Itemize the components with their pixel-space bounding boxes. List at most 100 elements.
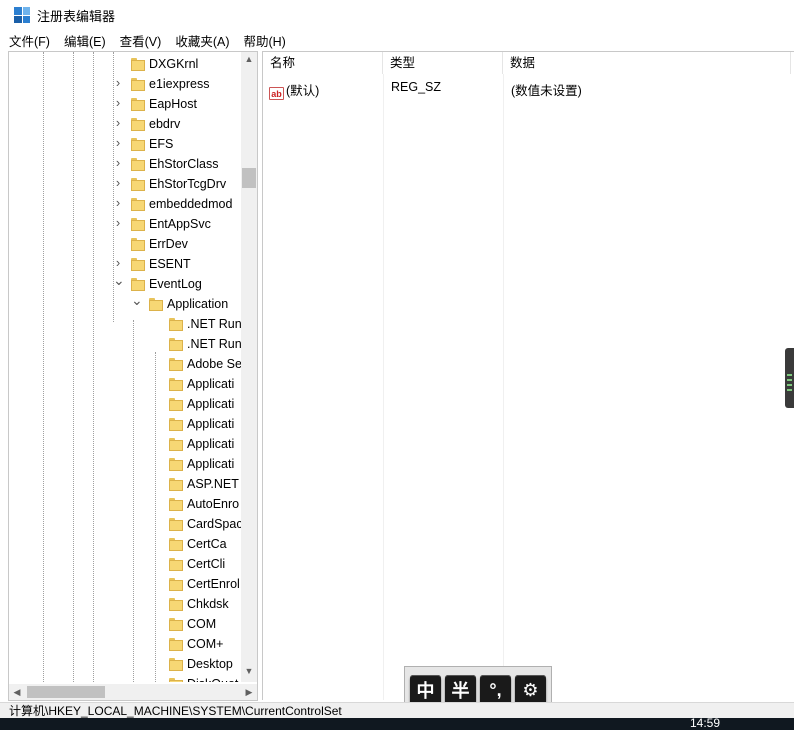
registry-tree[interactable]: DXGKrnl › e1iexpress › EapHost › ebdrv › EFS › EhS… [9,52,245,682]
taskbar [0,718,794,730]
folder-icon [169,338,183,351]
folder-icon [169,318,183,331]
folder-icon [131,58,145,71]
scroll-right-arrow-icon[interactable]: ▶ [241,687,257,698]
ime-chinese-mode-button[interactable]: 中 [410,674,441,706]
tree-node[interactable]: CertEnrol [9,574,245,594]
tree-node-label: Applicati [187,397,235,411]
tree-node[interactable]: .NET Run [9,334,245,354]
tree-node[interactable]: ⌄ Application [9,293,245,314]
tree-node[interactable]: DXGKrnl [9,54,245,74]
chevron-right-icon[interactable]: › [113,96,123,109]
chevron-down-icon[interactable]: ⌄ [113,273,125,287]
tree-node[interactable]: › embeddedmod [9,194,245,214]
scroll-left-arrow-icon[interactable]: ◀ [9,687,25,698]
chevron-right-icon[interactable]: › [113,216,123,229]
menu-favorites[interactable]: 收藏夹(A) [166,31,234,50]
title-bar[interactable]: 注册表编辑器 [0,0,794,30]
tree-node[interactable]: CertCli [9,554,245,574]
folder-icon [169,678,183,682]
menu-edit[interactable]: 编辑(E) [55,31,111,50]
tree-node-label: CertCa [187,537,227,551]
folder-icon [131,118,145,131]
tree-node[interactable]: › EapHost [9,94,245,114]
tree-node-label: e1iexpress [149,77,210,91]
chevron-right-icon[interactable]: › [113,176,123,189]
chevron-right-icon[interactable]: › [113,136,123,149]
tree-node[interactable]: › EntAppSvc [9,214,245,234]
taskbar-clock[interactable]: 14:59 [690,716,720,730]
tree-node[interactable]: AutoEnro [9,494,245,514]
registry-editor-window: 注册表编辑器 文件(F) 编辑(E) 查看(V) 收藏夹(A) 帮助(H) DX… [0,0,794,730]
chevron-right-icon[interactable]: › [113,196,123,209]
tree-node-label: EhStorClass [149,157,219,171]
tree-node[interactable]: › EhStorTcgDrv [9,174,245,194]
tree-node-label: CardSpac [187,517,243,531]
side-panel-handle[interactable] [785,348,794,408]
tree-node[interactable]: › EFS [9,134,245,154]
column-divider [503,74,504,700]
tree-node[interactable]: Applicati [9,434,245,454]
folder-icon [131,78,145,91]
tree-node-label: .NET Run [187,337,242,351]
scroll-down-arrow-icon[interactable]: ▼ [241,666,257,676]
tree-node-label: EntAppSvc [149,217,211,231]
tree-node[interactable]: Chkdsk [9,594,245,614]
tree-node-label: ESENT [149,257,191,271]
tree-node[interactable]: .NET Run [9,314,245,334]
tree-node-label: ebdrv [149,117,181,131]
chevron-right-icon[interactable]: › [113,256,123,269]
ime-settings-gear-icon[interactable]: ⚙ [515,674,546,706]
menu-file[interactable]: 文件(F) [0,31,55,50]
folder-icon [169,498,183,511]
folder-icon [131,178,145,191]
folder-icon [169,518,183,531]
chevron-right-icon[interactable]: › [113,116,123,129]
tree-horizontal-scrollbar[interactable]: ◀ ▶ [9,684,257,700]
scroll-up-arrow-icon[interactable]: ▲ [241,54,257,64]
column-header-data[interactable]: 数据 [503,52,791,74]
folder-icon [169,438,183,451]
column-header-type[interactable]: 类型 [383,52,503,74]
value-name: (默认) [286,84,320,98]
column-header-name[interactable]: 名称 [263,52,383,74]
tree-node[interactable]: Applicati [9,414,245,434]
tree-node[interactable]: COM [9,614,245,634]
tree-node[interactable]: › EhStorClass [9,154,245,174]
menu-view[interactable]: 查看(V) [111,31,167,50]
chevron-right-icon[interactable]: › [113,156,123,169]
folder-icon [169,418,183,431]
tree-node-label: EventLog [149,277,202,291]
value-data: (数值未设置) [511,84,582,98]
tree-node[interactable]: Desktop [9,654,245,674]
tree-node[interactable]: Adobe Se [9,354,245,374]
chevron-right-icon[interactable]: › [113,76,123,89]
tree-node[interactable]: COM+ [9,634,245,654]
tree-node-label: CertCli [187,557,226,571]
tree-node[interactable]: › ebdrv [9,114,245,134]
tree-node[interactable]: Applicati [9,454,245,474]
ime-punctuation-button[interactable]: °, [480,674,511,706]
value-name-cell: ab (默认) [269,80,319,100]
menu-help[interactable]: 帮助(H) [234,31,290,50]
values-list-pane[interactable]: 名称 类型 数据 ab (默认) REG_SZ (数值未设置) [262,51,794,700]
tree-node-label: ASP.NET [187,477,239,491]
tree-node[interactable]: ASP.NET [9,474,245,494]
column-divider [383,74,384,700]
ime-halfwidth-button[interactable]: 半 [445,674,476,706]
tree-node[interactable]: ErrDev [9,234,245,254]
tree-hscroll-thumb[interactable] [27,686,105,698]
tree-node[interactable]: Applicati [9,394,245,414]
tree-node-label: Applicati [187,457,235,471]
chevron-down-icon[interactable]: ⌄ [131,293,143,307]
tree-node[interactable]: CertCa [9,534,245,554]
tree-vscroll-thumb[interactable] [242,168,256,188]
tree-node[interactable]: › e1iexpress [9,74,245,94]
tree-node[interactable]: Applicati [9,374,245,394]
tree-node-label: Desktop [187,657,233,671]
tree-node[interactable]: ⌄ EventLog [9,273,245,294]
tree-node[interactable]: › ESENT [9,254,245,274]
tree-node[interactable]: CardSpac [9,514,245,534]
tree-node[interactable]: DiskQuot [9,674,245,682]
tree-vertical-scrollbar[interactable]: ▲ ▼ [241,52,257,682]
